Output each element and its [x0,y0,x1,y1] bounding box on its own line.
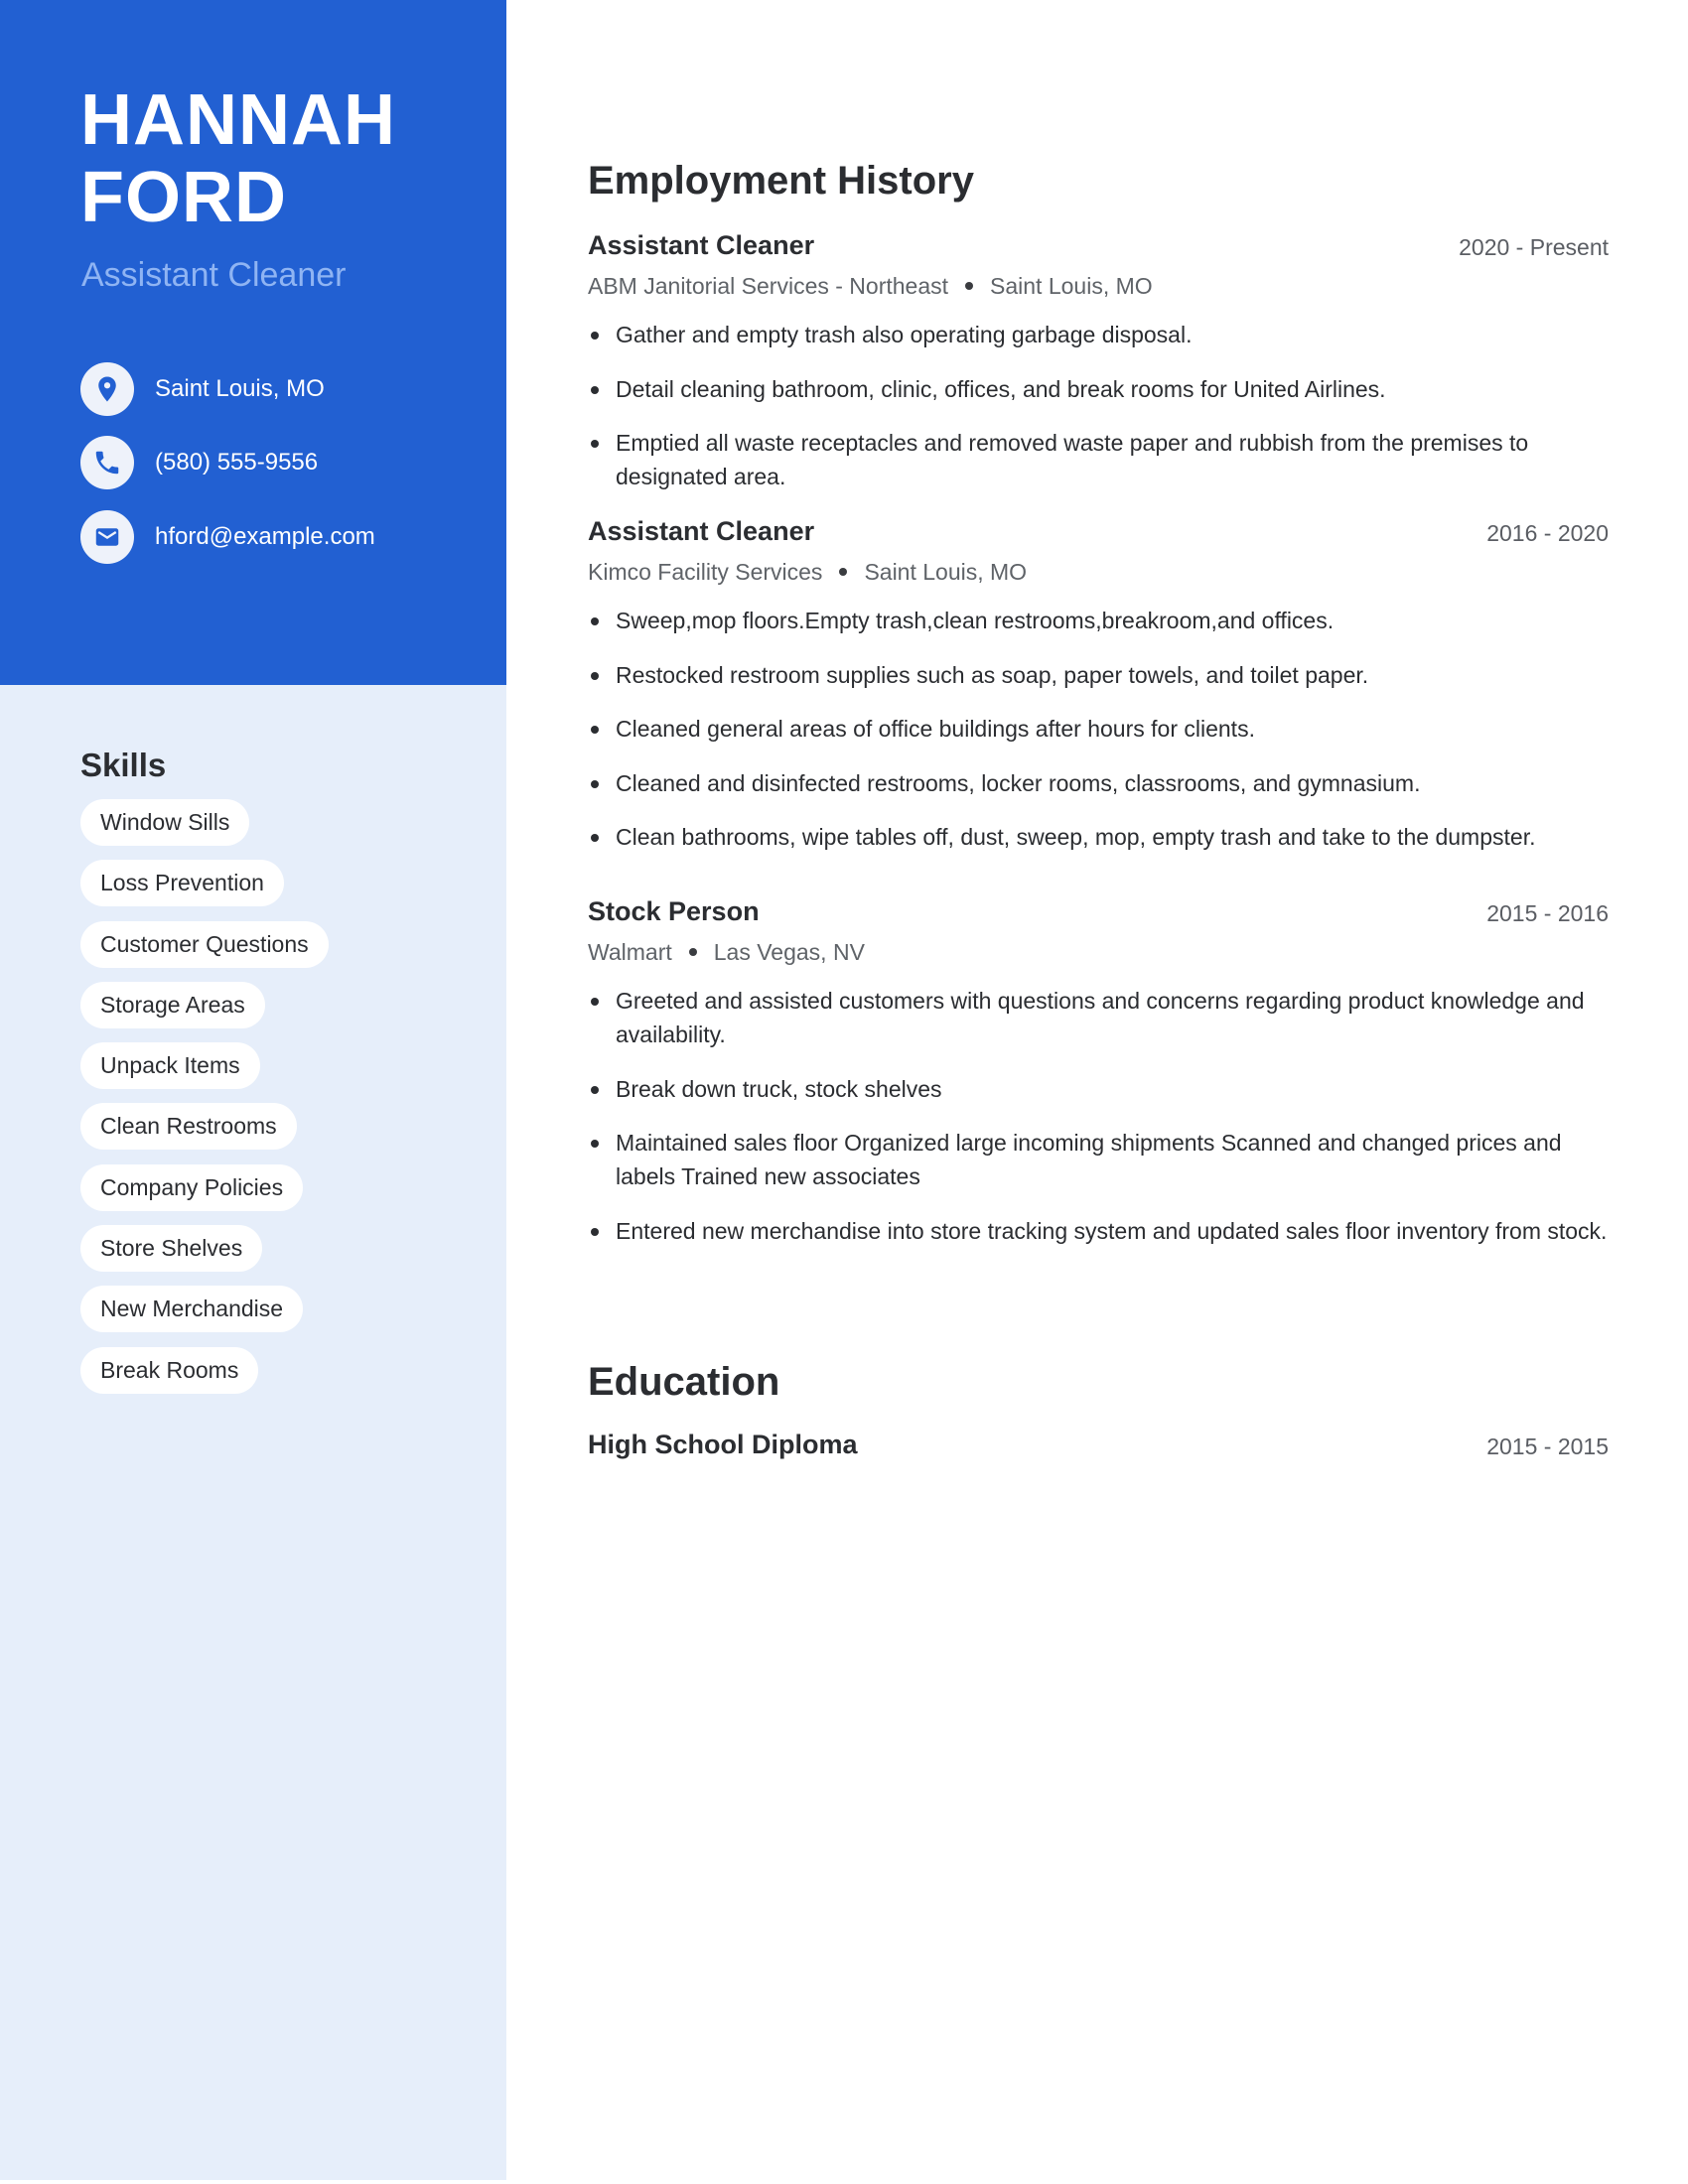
skill-tag: Store Shelves [80,1225,263,1273]
skill-tag: Unpack Items [80,1042,260,1090]
job-location: Saint Louis, MO [990,272,1153,299]
skill-tag: Window Sills [80,799,250,846]
job-dates: 2015 - 2016 [1486,900,1609,926]
phone-text[interactable]: (580) 555-9556 [155,449,318,477]
separator-dot [839,568,848,576]
job-company-location: ABM Janitorial Services - Northeast Sain… [588,266,1609,306]
job-company-location: Walmart Las Vegas, NV [588,932,1609,972]
job-bullet: Emptied all waste receptacles and remove… [588,426,1609,493]
job-location: Saint Louis, MO [864,558,1028,585]
job-bullet: Clean bathrooms, wipe tables off, dust, … [588,820,1609,854]
job-bullet: Gather and empty trash also operating ga… [588,318,1609,351]
skill-tag: Storage Areas [80,981,265,1028]
job-title: Stock Person [588,896,760,926]
job-company: Walmart [588,938,672,965]
sidebar-header: HANNAH FORD Assistant Cleaner Saint Loui… [0,0,506,685]
contact-location: Saint Louis, MO [80,362,325,416]
job-dates: 2016 - 2020 [1486,520,1609,546]
job-company: ABM Janitorial Services - Northeast [588,272,949,299]
skill-tag: New Merchandise [80,1286,304,1333]
candidate-role: Assistant Cleaner [81,256,347,294]
email-text[interactable]: hford@example.com [155,523,375,551]
job-bullet: Sweep,mop floors.Empty trash,clean restr… [588,604,1609,637]
location-pin-icon [80,362,134,416]
skills-heading: Skills [80,747,167,783]
job-bullet: Restocked restroom supplies such as soap… [588,658,1609,692]
job-bullet: Detail cleaning bathroom, clinic, office… [588,372,1609,406]
job-bullets: Gather and empty trash also operating ga… [588,318,1609,493]
job-entry: Assistant Cleaner 2020 - Present ABM Jan… [588,230,1609,514]
job-company: Kimco Facility Services [588,558,823,585]
contact-phone: (580) 555-9556 [80,436,318,489]
job-entry: Stock Person 2015 - 2016 Walmart Las Veg… [588,896,1609,1268]
location-text: Saint Louis, MO [155,375,325,402]
job-bullets: Sweep,mop floors.Empty trash,clean restr… [588,604,1609,854]
job-bullet: Cleaned and disinfected restrooms, locke… [588,766,1609,800]
job-title: Assistant Cleaner [588,516,815,546]
job-bullet: Break down truck, stock shelves [588,1072,1609,1106]
phone-icon [80,436,134,489]
skill-tag: Clean Restrooms [80,1103,297,1151]
job-bullets: Greeted and assisted customers with ques… [588,984,1609,1248]
job-bullet: Entered new merchandise into store track… [588,1214,1609,1248]
education-heading: Education [588,1360,780,1404]
separator-dot [688,948,697,956]
skill-tag: Loss Prevention [80,860,284,907]
skill-tag: Break Rooms [80,1346,259,1394]
job-dates: 2020 - Present [1459,234,1609,260]
job-entry: Assistant Cleaner 2016 - 2020 Kimco Faci… [588,516,1609,875]
skill-tag: Company Policies [80,1163,304,1211]
education-title: High School Diploma [588,1430,858,1459]
last-name: FORD [80,158,287,237]
separator-dot [965,282,974,290]
candidate-name: HANNAH FORD [80,81,396,236]
job-company-location: Kimco Facility Services Saint Louis, MO [588,552,1609,592]
education-entry: High School Diploma 2015 - 2015 [588,1430,1609,1465]
job-bullet: Maintained sales floor Organized large i… [588,1126,1609,1193]
contact-email: hford@example.com [80,510,375,564]
job-bullet: Greeted and assisted customers with ques… [588,984,1609,1051]
skill-tag: Customer Questions [80,920,329,968]
education-dates: 2015 - 2015 [1486,1433,1609,1459]
first-name: HANNAH [80,80,396,160]
skills-list: Window Sills Loss Prevention Customer Qu… [80,799,329,1408]
job-bullet: Cleaned general areas of office building… [588,712,1609,746]
job-title: Assistant Cleaner [588,230,815,260]
email-icon [80,510,134,564]
sidebar: HANNAH FORD Assistant Cleaner Saint Loui… [0,0,506,2180]
job-location: Las Vegas, NV [713,938,865,965]
employment-heading: Employment History [588,159,974,203]
